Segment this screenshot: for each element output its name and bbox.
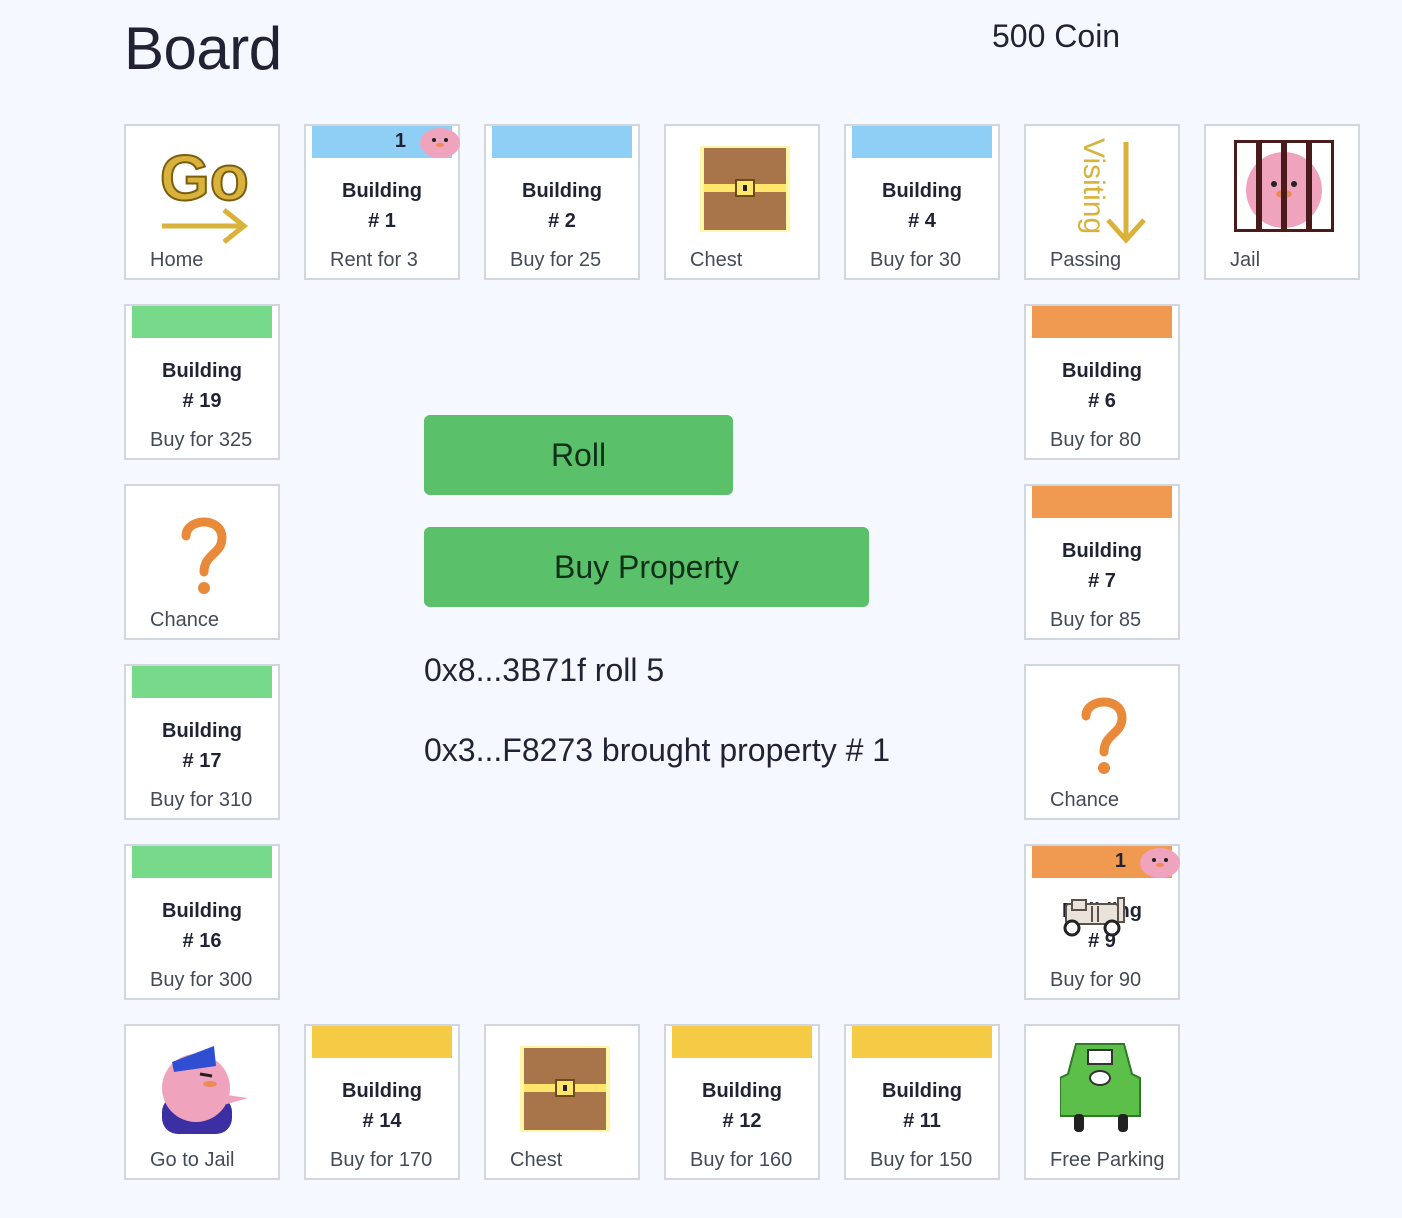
green-car-icon bbox=[1060, 1043, 1141, 1132]
cell-building-19[interactable]: Building # 19 Buy for 325 bbox=[124, 304, 280, 460]
page-title: Board bbox=[124, 15, 282, 82]
go-arrow-icon: Go bbox=[159, 141, 250, 244]
color-band: 1 bbox=[312, 126, 460, 158]
cell-building-1[interactable]: 1 Building # 1 Rent for 3 bbox=[304, 124, 460, 280]
cell-caption: Buy for 85 bbox=[1050, 609, 1142, 631]
question-mark-icon bbox=[181, 517, 227, 594]
building-name: Building # 1 bbox=[342, 180, 422, 232]
building-name: Building # 4 bbox=[882, 180, 962, 232]
owner-count: 1 bbox=[394, 130, 406, 152]
game-log-entry: 0x8...3B71f roll 5 bbox=[424, 652, 665, 688]
cell-caption: Buy for 25 bbox=[510, 249, 602, 271]
color-band bbox=[132, 306, 272, 338]
cell-just-visiting[interactable]: Visiting Passing bbox=[1024, 124, 1180, 280]
svg-text:Go: Go bbox=[160, 142, 249, 214]
cell-building-12[interactable]: Building # 12 Buy for 160 bbox=[664, 1024, 820, 1180]
cell-caption: Home bbox=[150, 249, 204, 271]
cell-caption: Buy for 160 bbox=[690, 1149, 793, 1171]
cell-building-7[interactable]: Building # 7 Buy for 85 bbox=[1024, 484, 1180, 640]
cell-caption: Chest bbox=[690, 249, 743, 271]
building-name: Building # 7 bbox=[1062, 540, 1142, 592]
cell-chest-bottom[interactable]: Chest bbox=[484, 1024, 640, 1180]
roll-button[interactable]: Roll bbox=[424, 415, 733, 495]
building-name: Building # 2 bbox=[522, 180, 602, 232]
cell-caption: Go to Jail bbox=[150, 1149, 235, 1171]
building-name: Building # 17 bbox=[162, 720, 242, 772]
cell-building-4[interactable]: Building # 4 Buy for 30 bbox=[844, 124, 1000, 280]
building-name: Building # 12 bbox=[702, 1080, 782, 1132]
cell-chance-right[interactable]: Chance bbox=[1024, 664, 1180, 820]
color-band bbox=[132, 666, 272, 698]
cell-caption: Chest bbox=[510, 1149, 563, 1171]
building-name: Building # 14 bbox=[342, 1080, 422, 1132]
cell-caption: Buy for 150 bbox=[870, 1149, 973, 1171]
color-band bbox=[1032, 306, 1172, 338]
color-band bbox=[852, 126, 992, 158]
color-band bbox=[492, 126, 632, 158]
owner-count: 1 bbox=[1114, 850, 1126, 872]
cell-caption: Buy for 90 bbox=[1050, 969, 1142, 991]
visiting-label: Visiting bbox=[1077, 138, 1110, 234]
jail-bars-icon bbox=[1234, 140, 1334, 232]
coin-balance: 500 Coin bbox=[992, 18, 1121, 54]
question-mark-icon bbox=[1081, 697, 1127, 774]
color-band bbox=[852, 1026, 992, 1058]
color-band: 1 bbox=[1032, 846, 1180, 878]
building-name: Building # 19 bbox=[162, 360, 242, 412]
cell-caption: Free Parking bbox=[1050, 1149, 1165, 1171]
treasure-chest-icon bbox=[520, 1046, 610, 1132]
color-band bbox=[132, 846, 272, 878]
color-band bbox=[1032, 486, 1172, 518]
cell-jail[interactable]: Jail bbox=[1204, 124, 1360, 280]
cell-building-6[interactable]: Building # 6 Buy for 80 bbox=[1024, 304, 1180, 460]
cell-building-16[interactable]: Building # 16 Buy for 300 bbox=[124, 844, 280, 1000]
cell-building-2[interactable]: Building # 2 Buy for 25 bbox=[484, 124, 640, 280]
cell-home[interactable]: Go Home bbox=[124, 124, 280, 280]
cell-building-11[interactable]: Building # 11 Buy for 150 bbox=[844, 1024, 1000, 1180]
cell-caption: Buy for 300 bbox=[150, 969, 253, 991]
cell-caption: Passing bbox=[1050, 249, 1122, 271]
building-name: Building # 6 bbox=[1062, 360, 1142, 412]
cell-caption: Buy for 80 bbox=[1050, 429, 1142, 451]
cell-building-14[interactable]: Building # 14 Buy for 170 bbox=[304, 1024, 460, 1180]
cell-caption: Chance bbox=[1050, 789, 1119, 811]
visiting-arrow-icon: Visiting bbox=[1077, 138, 1146, 244]
cell-chance-left[interactable]: Chance bbox=[124, 484, 280, 640]
treasure-chest-icon bbox=[700, 146, 790, 232]
cell-caption: Chance bbox=[150, 609, 219, 631]
cell-caption: Buy for 30 bbox=[870, 249, 962, 271]
cell-free-parking[interactable]: Free Parking bbox=[1024, 1024, 1180, 1180]
cell-building-17[interactable]: Building # 17 Buy for 310 bbox=[124, 664, 280, 820]
game-log-entry: 0x3...F8273 brought property # 1 bbox=[424, 732, 891, 768]
cell-caption: Buy for 310 bbox=[150, 789, 253, 811]
cell-caption: Buy for 170 bbox=[330, 1149, 433, 1171]
police-duck-icon bbox=[162, 1046, 248, 1134]
cell-caption: Jail bbox=[1230, 249, 1261, 271]
color-band bbox=[312, 1026, 452, 1058]
building-name: Building # 16 bbox=[162, 900, 242, 952]
cell-caption: Buy for 325 bbox=[150, 429, 253, 451]
building-name: Building # 11 bbox=[882, 1080, 962, 1132]
cell-caption: Rent for 3 bbox=[330, 249, 418, 271]
race-car-token-icon bbox=[1063, 897, 1125, 937]
pink-duck-pawn-icon bbox=[420, 128, 460, 158]
cell-chest-top[interactable]: Chest bbox=[664, 124, 820, 280]
buy-property-button[interactable]: Buy Property bbox=[424, 527, 869, 607]
pink-duck-pawn-icon bbox=[1140, 848, 1180, 878]
cell-go-to-jail[interactable]: Go to Jail bbox=[124, 1024, 280, 1180]
color-band bbox=[672, 1026, 812, 1058]
